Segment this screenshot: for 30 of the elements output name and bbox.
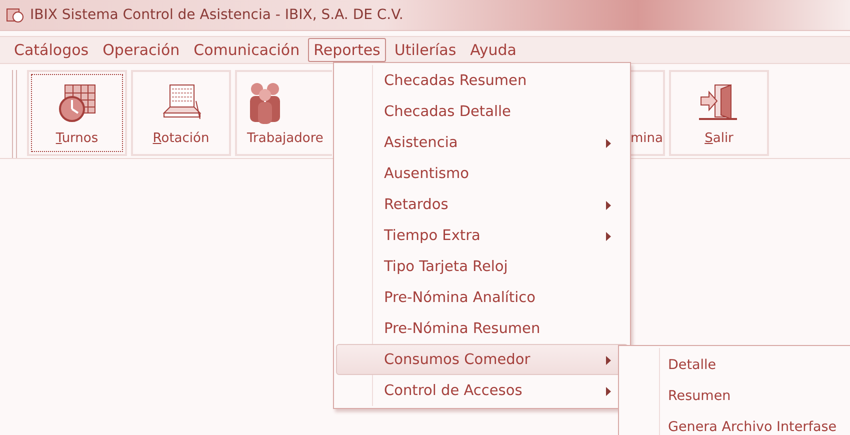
menu-bar-item[interactable]: Utilerías	[388, 38, 462, 62]
menu-item[interactable]: Consumos Comedor	[336, 344, 628, 375]
menu-item[interactable]: Ausentismo	[336, 158, 628, 189]
toolbar-button[interactable]: mina	[631, 70, 665, 156]
submenu-arrow-icon	[606, 201, 611, 210]
menu-bar-item[interactable]: Ayuda	[464, 38, 522, 62]
menu-bar-item[interactable]: Comunicación	[188, 38, 306, 62]
submenu-arrow-icon	[606, 356, 611, 365]
submenu-arrow-icon	[606, 139, 611, 148]
submenu-arrow-icon	[606, 232, 611, 241]
menu-item[interactable]: Tipo Tarjeta Reloj	[336, 251, 628, 282]
menu-bar-item[interactable]: Operación	[96, 38, 186, 62]
app-clock-icon	[6, 7, 24, 23]
window-title: IBIX Sistema Control de Asistencia - IBIX, S.A. DE C.V.	[30, 7, 404, 23]
toolbar-button[interactable]: Rotación	[131, 70, 231, 156]
menu-item[interactable]: Genera Archivo Interfase	[621, 411, 850, 435]
menu-item[interactable]: Retardos	[336, 189, 628, 220]
menu-bar-item[interactable]: Catálogos	[8, 38, 95, 62]
toolbar-button[interactable]: Turnos	[27, 70, 127, 156]
menu-item[interactable]: Tiempo Extra	[336, 220, 628, 251]
toolbar-button[interactable]: Salir	[669, 70, 769, 156]
menu-item[interactable]: Pre-Nómina Analítico	[336, 282, 628, 313]
menu-item[interactable]: Checadas Detalle	[336, 96, 628, 127]
menu-item[interactable]: Asistencia	[336, 127, 628, 158]
menu-bar-item[interactable]: Reportes	[308, 38, 386, 62]
people-icon	[247, 81, 283, 125]
menu-item[interactable]: Checadas Resumen	[336, 65, 628, 96]
toolbar-button[interactable]: Trabajadore	[235, 70, 332, 156]
menu-item[interactable]: Pre-Nómina Resumen	[336, 313, 628, 344]
submenu-arrow-icon	[606, 387, 611, 396]
